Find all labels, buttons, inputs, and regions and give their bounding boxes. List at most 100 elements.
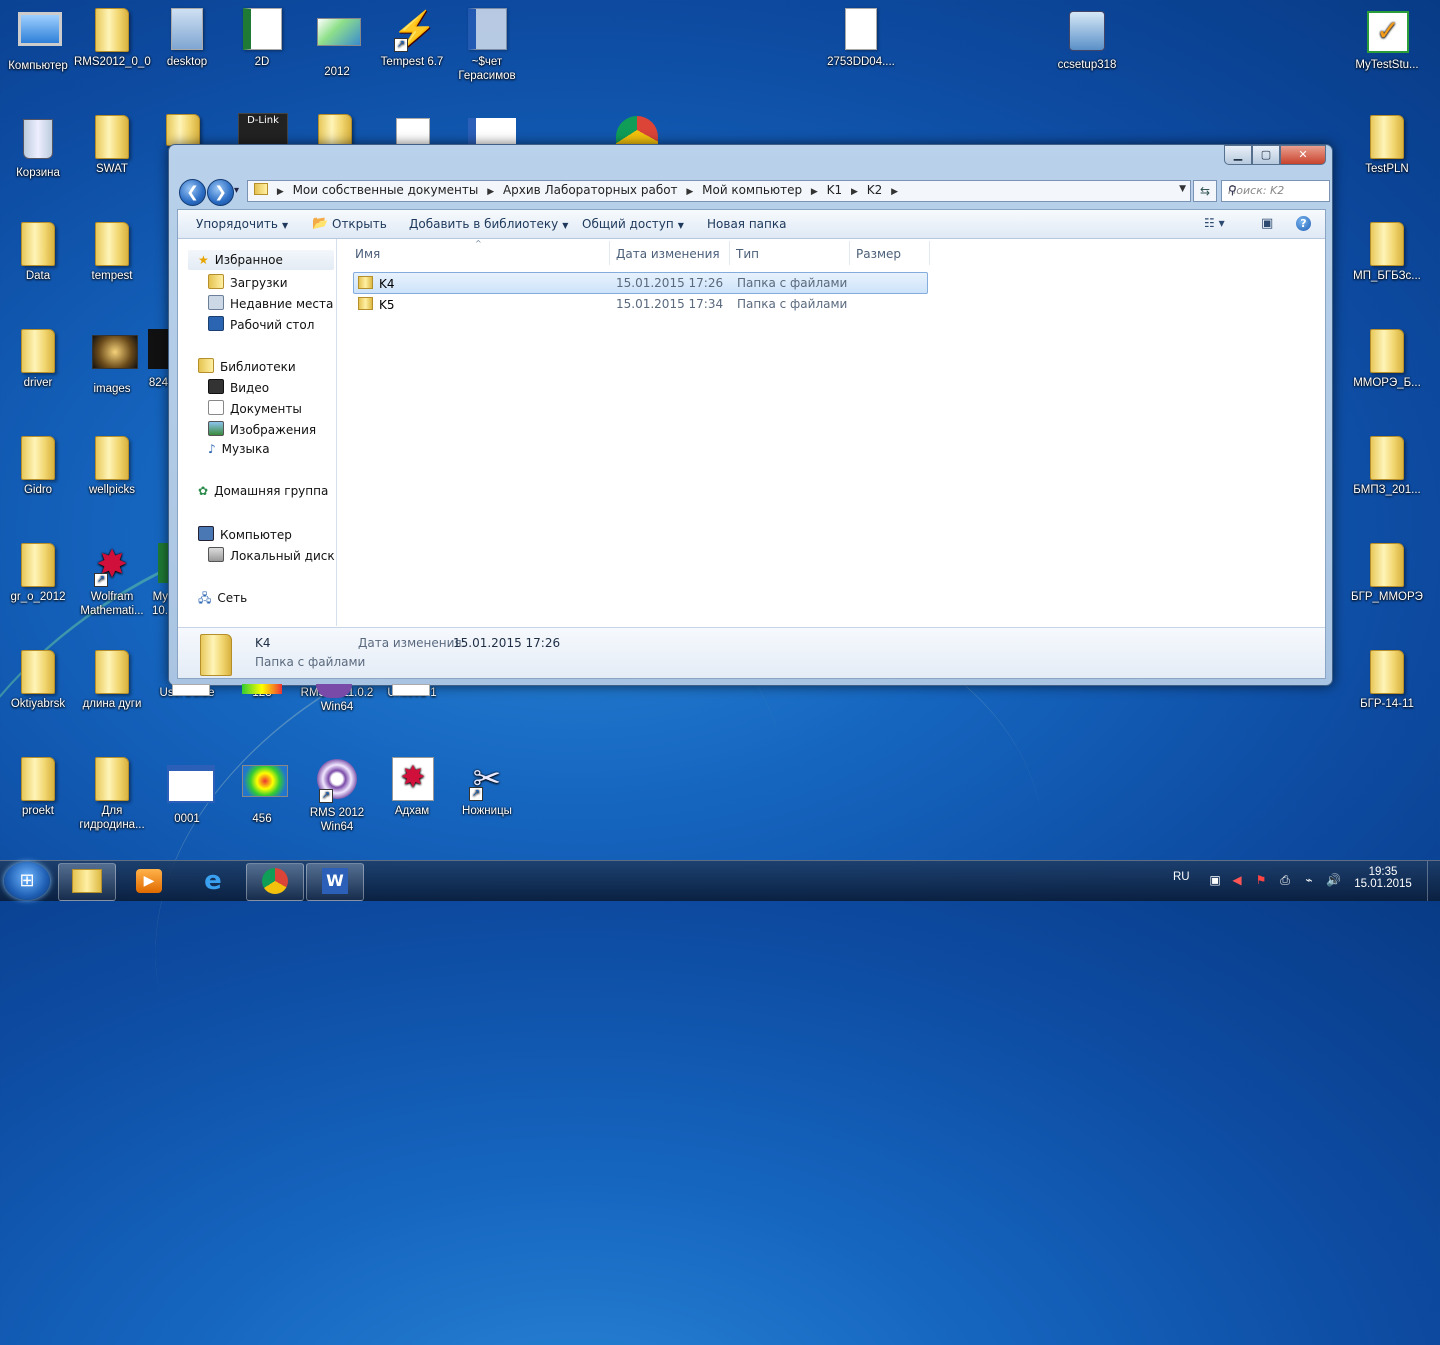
desktop-icon-824[interactable]: 824 bbox=[132, 329, 168, 390]
maximize-button[interactable]: ▢ bbox=[1252, 145, 1280, 165]
desktop-icon-swat[interactable]: SWAT bbox=[74, 115, 150, 176]
taskbar-media-player-button[interactable]: ▶ bbox=[120, 863, 178, 901]
refresh-button[interactable]: ⇆ bbox=[1193, 180, 1217, 202]
desktop-icon-oktiyabrsk[interactable]: Oktiyabrsk bbox=[0, 650, 76, 711]
installer-icon bbox=[1067, 11, 1107, 55]
clock[interactable]: 19:35 15.01.2015 bbox=[1350, 866, 1416, 890]
usb-tray-icon[interactable]: ⌁ bbox=[1302, 873, 1316, 887]
desktop-icon-gidro[interactable]: Gidro bbox=[0, 436, 76, 497]
desktop-icon-2753dd04[interactable]: 2753DD04.... bbox=[823, 8, 899, 69]
breadcrumb-item[interactable]: K2 bbox=[867, 183, 883, 197]
nav-item-music[interactable]: ♪ Музыка bbox=[208, 442, 270, 456]
desktop-icon-word-temp[interactable]: ~$чет Герасимов bbox=[449, 8, 525, 83]
desktop-icon-gr-o-2012[interactable]: gr_o_2012 bbox=[0, 543, 76, 604]
nav-item-documents[interactable]: Документы bbox=[208, 400, 302, 416]
volume-tray-icon[interactable]: 🔊 bbox=[1326, 873, 1341, 887]
history-dropdown-icon[interactable]: ▾ bbox=[234, 185, 239, 196]
desktop-icon-mmore-b[interactable]: ММОРЭ_Б... bbox=[1349, 329, 1425, 390]
nav-item-favorites[interactable]: ★ Избранное bbox=[198, 253, 283, 267]
desktop-icon-2012[interactable]: 2012 bbox=[299, 8, 375, 79]
nav-item-downloads[interactable]: Загрузки bbox=[208, 274, 288, 290]
search-input[interactable]: Поиск: K2 ⚲ bbox=[1221, 180, 1330, 202]
desktop-icon-dlya-gidrodin[interactable]: Для гидродина... bbox=[74, 757, 150, 832]
desktop-icon-mytest[interactable]: ✓ MyTestStu... bbox=[1349, 8, 1425, 72]
column-header-date[interactable]: Дата изменения bbox=[616, 247, 720, 261]
desktop-icon-testpln[interactable]: TestPLN bbox=[1349, 115, 1425, 176]
add-to-library-button[interactable]: Добавить в библиотеку ▼ bbox=[409, 217, 568, 231]
share-button[interactable]: Общий доступ ▼ bbox=[582, 217, 684, 231]
computer-icon bbox=[198, 526, 214, 541]
desktop-icon-computer[interactable]: Компьютер bbox=[0, 8, 76, 73]
desktop-icon-scissors[interactable]: ✂ ↗ Ножницы bbox=[449, 757, 525, 818]
desktop-icon-tempest-folder[interactable]: tempest bbox=[74, 222, 150, 283]
desktop-icon-adham[interactable]: ✸ Адхам bbox=[374, 757, 450, 818]
forward-button[interactable]: ❯ bbox=[207, 179, 234, 206]
desktop-icon-wolfram[interactable]: ✸ ↗ Wolfram Mathemati... bbox=[74, 543, 150, 618]
table-row[interactable]: K4 15.01.2015 17:26 Папка с файлами bbox=[353, 272, 928, 294]
taskbar-ie-button[interactable]: e bbox=[184, 863, 242, 901]
desktop-icon-bgr-14-11[interactable]: БГР-14-11 bbox=[1349, 650, 1425, 711]
close-button[interactable]: ✕ bbox=[1280, 145, 1326, 165]
nav-item-computer[interactable]: Компьютер bbox=[198, 526, 292, 542]
column-header-name[interactable]: Имя bbox=[355, 247, 380, 261]
nav-item-local-disk[interactable]: Локальный диск (C bbox=[208, 547, 336, 563]
address-bar[interactable]: ▶ Мои собственные документы ▶ Архив Лабо… bbox=[247, 180, 1191, 202]
nav-item-video[interactable]: Видео bbox=[208, 379, 269, 395]
taskbar-chrome-button[interactable] bbox=[246, 863, 304, 901]
desktop-icon-driver[interactable]: driver bbox=[0, 329, 76, 390]
organize-button[interactable]: Упорядочить ▼ bbox=[196, 217, 288, 231]
view-options-icon[interactable]: ☷ ▾ bbox=[1204, 216, 1225, 230]
nav-item-images[interactable]: Изображения bbox=[208, 421, 316, 437]
desktop-icon-desktop[interactable]: desktop bbox=[149, 8, 225, 69]
desktop-icon-rms2012[interactable]: RMS2012_0_0 bbox=[74, 8, 151, 69]
desktop-icon-recycle-bin[interactable]: Корзина bbox=[0, 115, 76, 180]
desktop-icon-456[interactable]: 456 bbox=[224, 757, 300, 826]
breadcrumb-item[interactable]: Мой компьютер bbox=[702, 183, 802, 197]
desktop-icon-bmpz[interactable]: БМПЗ_201... bbox=[1349, 436, 1425, 497]
nav-item-network[interactable]: 🖧 Сеть bbox=[198, 589, 247, 610]
desktop-icon-0001[interactable]: 0001 bbox=[149, 757, 225, 826]
table-row[interactable]: K5 15.01.2015 17:34 Папка с файлами bbox=[353, 294, 926, 314]
desktop-icon-tempest[interactable]: ⚡ ↗ Tempest 6.7 bbox=[374, 8, 450, 69]
open-button[interactable]: Открыть bbox=[332, 217, 387, 231]
folder-icon bbox=[1367, 650, 1407, 694]
desktop-icon-proekt[interactable]: proekt bbox=[0, 757, 76, 818]
preview-pane-icon[interactable]: ▣ bbox=[1261, 216, 1273, 231]
folder-icon bbox=[1367, 436, 1407, 480]
nav-item-libraries[interactable]: Библиотеки bbox=[198, 358, 296, 374]
language-indicator[interactable]: RU bbox=[1173, 871, 1190, 883]
desktop-icon-2d[interactable]: 2D bbox=[224, 8, 300, 69]
desktop-icon-dlina-dugi[interactable]: длина дуги bbox=[74, 650, 150, 711]
new-folder-button[interactable]: Новая папка bbox=[707, 217, 786, 231]
flag-tray-icon[interactable]: ⚑ bbox=[1254, 873, 1268, 887]
desktop-icon-ccsetup[interactable]: ccsetup318 bbox=[1049, 8, 1125, 72]
taskbar-explorer-button[interactable] bbox=[58, 863, 116, 901]
desktop-icon-my10[interactable]: My 10. bbox=[140, 543, 168, 618]
dlink-icon: D-Link bbox=[238, 113, 288, 146]
nav-item-homegroup[interactable]: ✿ Домашняя группа bbox=[198, 484, 328, 498]
desktop-icon-data[interactable]: Data bbox=[0, 222, 76, 283]
desktop-icon-rms2012-app[interactable]: ↗ RMS 2012 Win64 bbox=[299, 757, 375, 834]
desktop-icon-wellpicks[interactable]: wellpicks bbox=[74, 436, 150, 497]
column-header-type[interactable]: Тип bbox=[736, 247, 759, 261]
breadcrumb-item[interactable]: Мои собственные документы bbox=[293, 183, 479, 197]
back-button[interactable]: ❮ bbox=[179, 179, 206, 206]
breadcrumb-item[interactable]: K1 bbox=[827, 183, 843, 197]
desktop-icon-mp-bgbz[interactable]: МП_БГБЗс... bbox=[1349, 222, 1425, 283]
help-icon[interactable]: ? bbox=[1296, 216, 1311, 231]
show-desktop-button[interactable] bbox=[1427, 861, 1440, 901]
device-tray-icon[interactable]: ⎙ bbox=[1278, 873, 1292, 887]
start-button[interactable]: ⊞ bbox=[4, 862, 50, 900]
minimize-button[interactable]: ▁ bbox=[1224, 145, 1252, 165]
breadcrumb-item[interactable]: Архив Лабораторных работ bbox=[503, 183, 678, 197]
network-tray-icon[interactable]: ▣ bbox=[1208, 873, 1222, 887]
address-dropdown-icon[interactable]: ▼ bbox=[1179, 184, 1186, 194]
nav-item-recent[interactable]: Недавние места bbox=[208, 295, 333, 311]
desktop-icon-bgr-mmore[interactable]: БГР_ММОРЭ bbox=[1349, 543, 1425, 604]
taskbar-word-button[interactable]: W bbox=[306, 863, 364, 901]
alert-tray-icon[interactable]: ◀ bbox=[1230, 873, 1244, 887]
folder-icon bbox=[1367, 222, 1407, 266]
folder-icon bbox=[18, 757, 58, 801]
nav-item-desktop[interactable]: Рабочий стол bbox=[208, 316, 314, 332]
column-header-size[interactable]: Размер bbox=[856, 247, 901, 261]
